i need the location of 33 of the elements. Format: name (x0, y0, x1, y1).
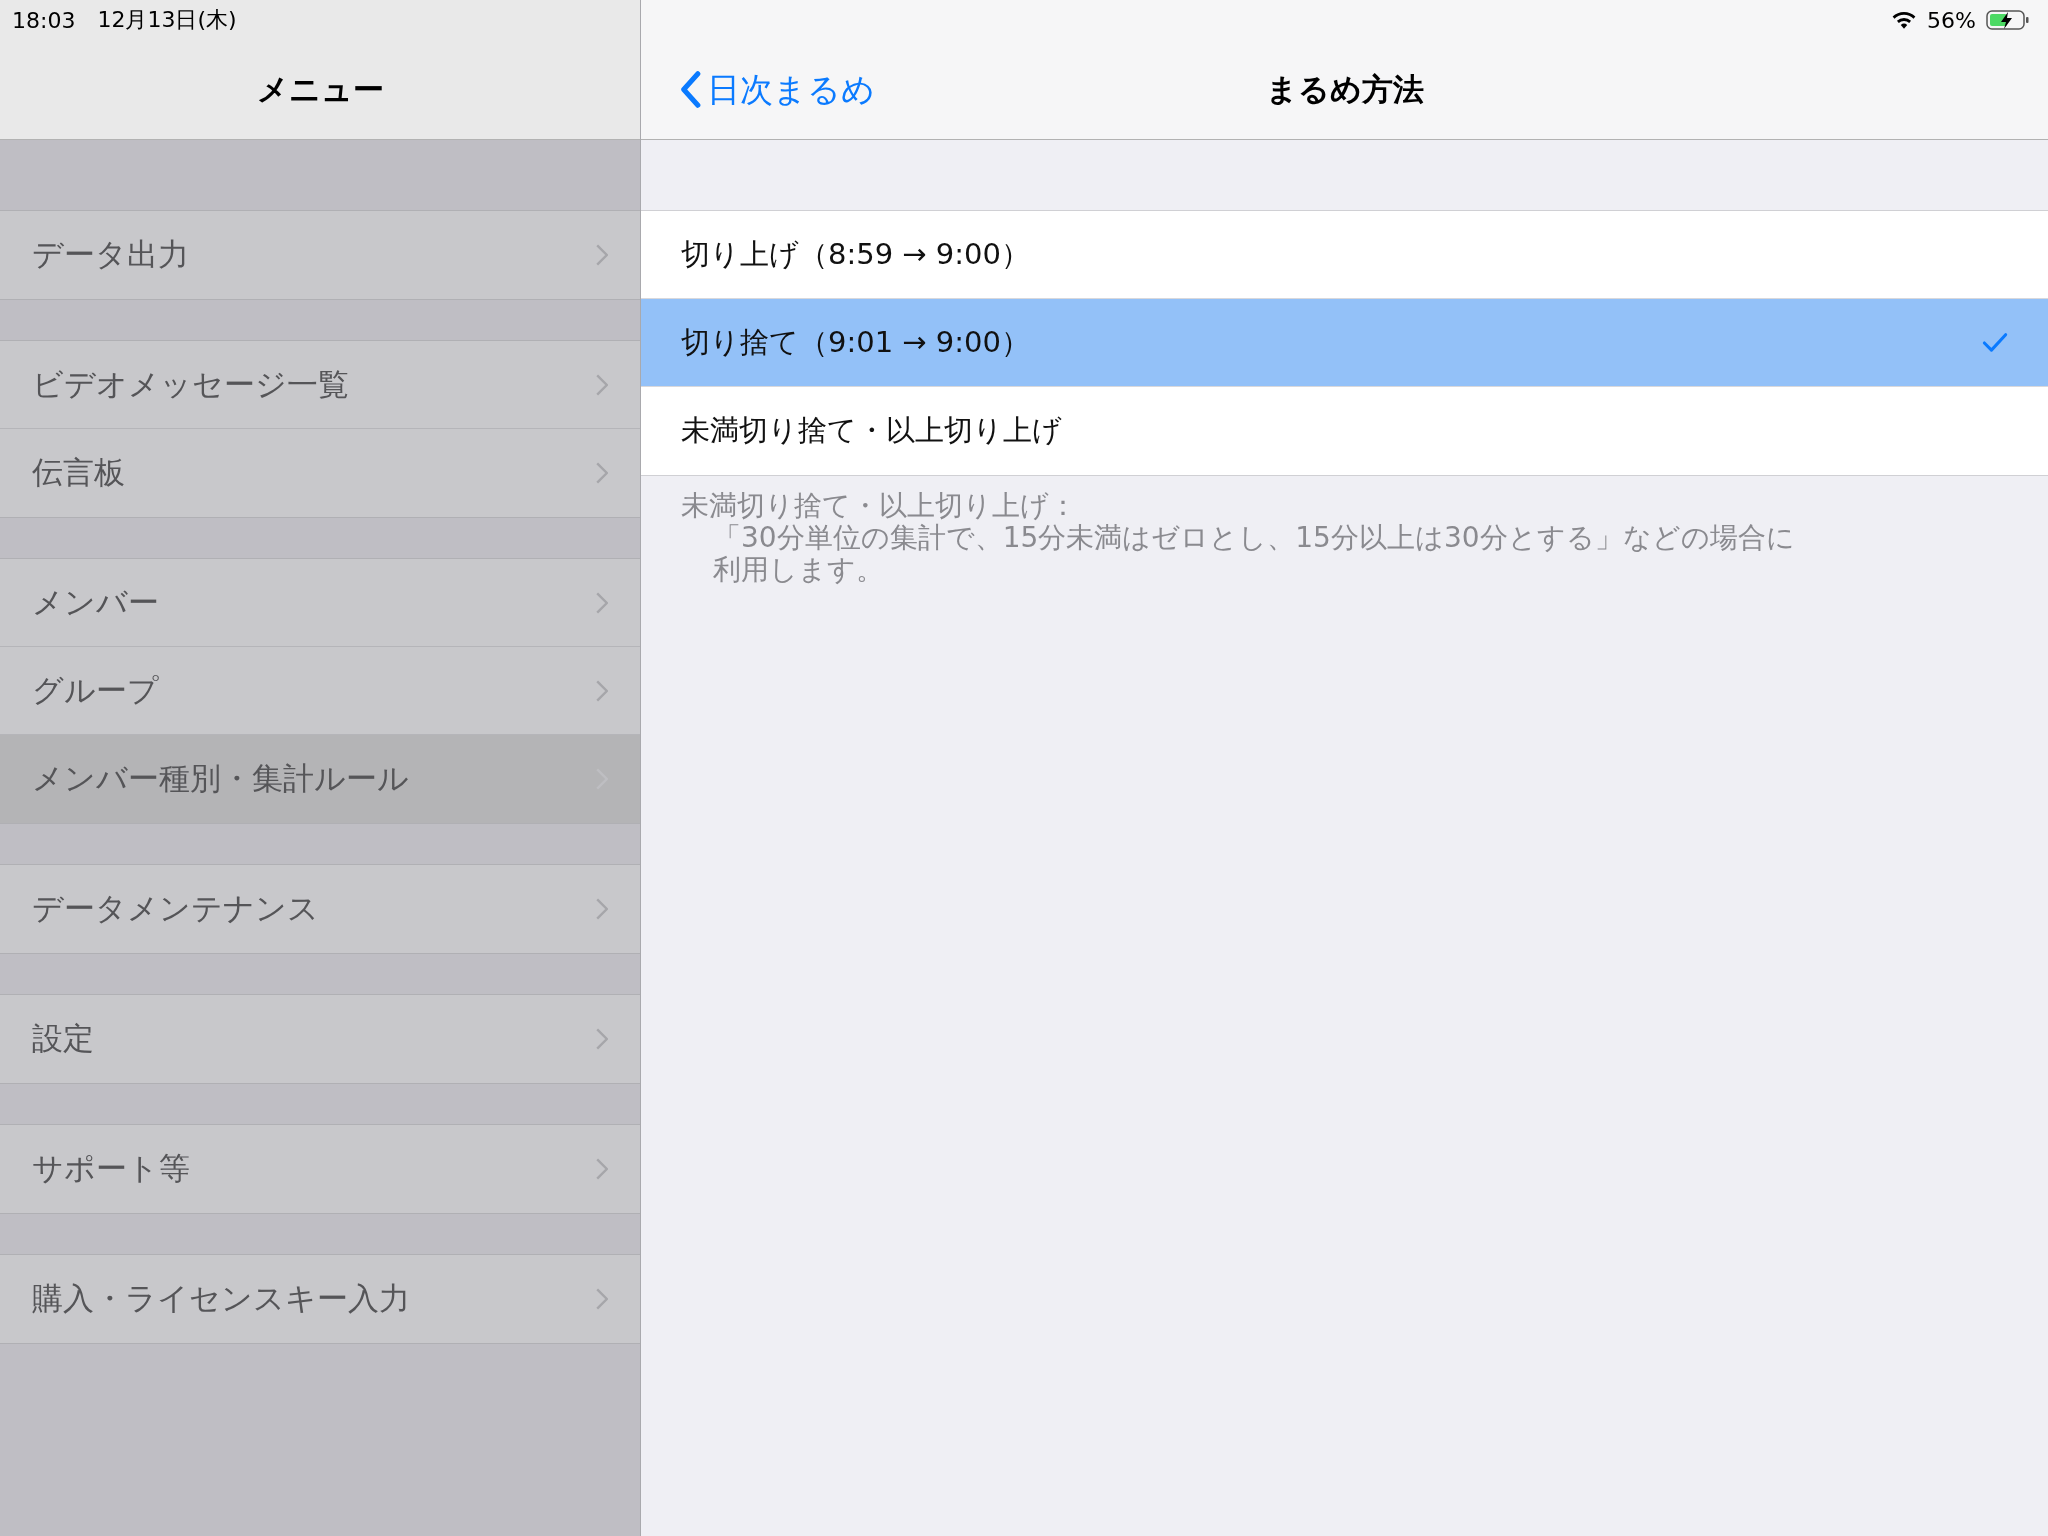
menu-item[interactable]: ビデオメッセージ一覧 (0, 341, 640, 429)
wifi-icon (1891, 10, 1918, 30)
chevron-right-icon (596, 679, 608, 702)
chevron-right-icon (596, 1158, 608, 1180)
option-row[interactable]: 未満切り捨て・以上切り上げ (641, 387, 2048, 475)
menu-item[interactable]: データメンテナンス (0, 865, 640, 953)
chevron-left-icon (679, 70, 701, 109)
menu-item[interactable]: 設定 (0, 995, 640, 1083)
chevron-right-icon (596, 373, 608, 396)
chevron-right-icon (596, 898, 608, 920)
menu-item[interactable]: データ出力 (0, 211, 640, 299)
status-date: 12月13日(木) (97, 6, 237, 34)
menu-item[interactable]: サポート等 (0, 1125, 640, 1213)
nav-title: メニュー (256, 69, 384, 109)
chevron-right-icon (596, 1028, 608, 1050)
footer-text: 利用します。 (712, 554, 885, 586)
menu-item[interactable]: メンバー種別・集計ルール (0, 735, 640, 823)
chevron-right-icon (596, 591, 608, 614)
option-row[interactable]: 切り捨て（9:01 → 9:00） (641, 299, 2048, 387)
checkmark-icon (1982, 331, 2008, 354)
footer-text: 「30分単位の集計で、15分未満はゼロとし、15分以上は30分とする」などの場合に (712, 522, 1796, 554)
chevron-right-icon (596, 1288, 608, 1310)
chevron-right-icon (596, 462, 608, 484)
chevron-right-icon (596, 244, 608, 266)
menu-item[interactable]: 伝言板 (0, 429, 640, 517)
menu-item[interactable]: メンバー (0, 559, 640, 647)
menu-item[interactable]: 購入・ライセンスキー入力 (0, 1255, 640, 1343)
battery-charging-icon (1986, 9, 2030, 31)
back-button[interactable]: 日次まるめ (679, 67, 875, 112)
status-time: 18:03 (12, 7, 76, 33)
footer-text: 未満切り捨て・以上切り上げ： (681, 490, 1078, 522)
nav-title: まるめ方法 (1265, 69, 1424, 109)
battery-percent: 56% (1927, 7, 1976, 33)
